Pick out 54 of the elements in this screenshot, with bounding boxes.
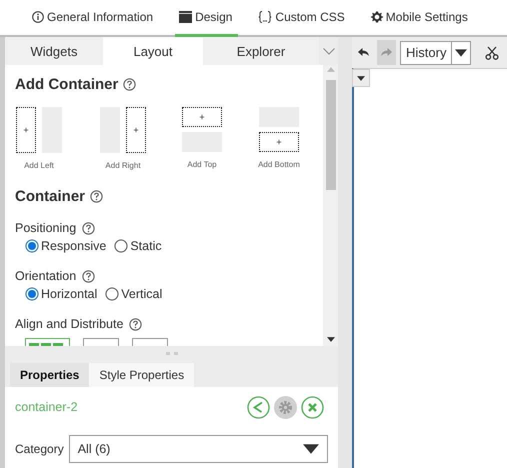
panel-tab[interactable]: Layout [103, 37, 203, 65]
field-label: Orientation [15, 269, 76, 283]
properties-tab[interactable]: Properties [10, 363, 90, 387]
category-dropdown[interactable]: All (6) [68, 435, 328, 463]
help-icon[interactable] [123, 78, 136, 91]
history-dropdown[interactable]: History [400, 40, 472, 64]
splitter-handle[interactable] [166, 352, 178, 358]
undo-icon[interactable] [358, 48, 369, 57]
add-right-button[interactable]: + [126, 107, 146, 153]
field-label: Positioning [15, 221, 76, 235]
radio-icon[interactable] [105, 287, 120, 301]
add-top-button[interactable]: + [182, 107, 222, 127]
caret-icon[interactable] [455, 48, 468, 56]
chevron-icon[interactable] [322, 48, 334, 54]
option-label: Add Bottom [258, 160, 300, 169]
radio-icon[interactable] [25, 239, 39, 253]
canvas-menu-button[interactable] [352, 69, 370, 87]
add-left-button[interactable]: + [16, 107, 36, 153]
nav-tab[interactable]: General Information [32, 0, 160, 37]
scissors-icon[interactable] [485, 46, 500, 60]
option-label: Add Left [24, 161, 54, 170]
help-icon[interactable] [82, 270, 96, 282]
radio-option[interactable]: Responsive [25, 239, 106, 253]
panel-tab[interactable]: Explorer [203, 37, 319, 65]
add-bottom-button[interactable]: + [259, 132, 299, 152]
nav-tab[interactable]: Custom CSS [258, 0, 351, 37]
nav-tab[interactable]: Mobile Settings [370, 0, 474, 37]
panel-tab[interactable]: Widgets [5, 37, 103, 65]
radio-option[interactable]: Horizontal [25, 287, 98, 301]
option-label: Add Right [105, 161, 141, 170]
radio-option[interactable]: Static [114, 239, 162, 253]
section-title: Container [15, 188, 86, 205]
scrollbar-thumb[interactable] [326, 80, 336, 190]
share-button[interactable] [247, 396, 270, 418]
caret-icon[interactable] [357, 76, 365, 80]
field-label: Align and Distribute [15, 317, 124, 331]
help-icon[interactable] [90, 190, 104, 203]
radio-option[interactable]: Vertical [105, 287, 162, 301]
panel-icon [179, 11, 192, 23]
help-icon[interactable] [129, 318, 142, 330]
option-label: Add Top [187, 160, 217, 169]
braces-icon [258, 11, 272, 23]
close-button[interactable] [301, 396, 324, 418]
properties-tab[interactable]: Style Properties [89, 363, 194, 387]
scroll-down-icon[interactable] [326, 337, 334, 342]
field-label: Category [15, 442, 64, 456]
info-icon [32, 11, 44, 23]
radio-icon[interactable] [114, 239, 128, 253]
component-name: container-2 [15, 400, 78, 414]
section-title: Add Container [15, 76, 118, 93]
gear-icon [370, 11, 383, 23]
radio-icon[interactable] [25, 287, 39, 301]
caret-icon[interactable] [303, 444, 319, 454]
help-icon[interactable] [82, 222, 96, 234]
